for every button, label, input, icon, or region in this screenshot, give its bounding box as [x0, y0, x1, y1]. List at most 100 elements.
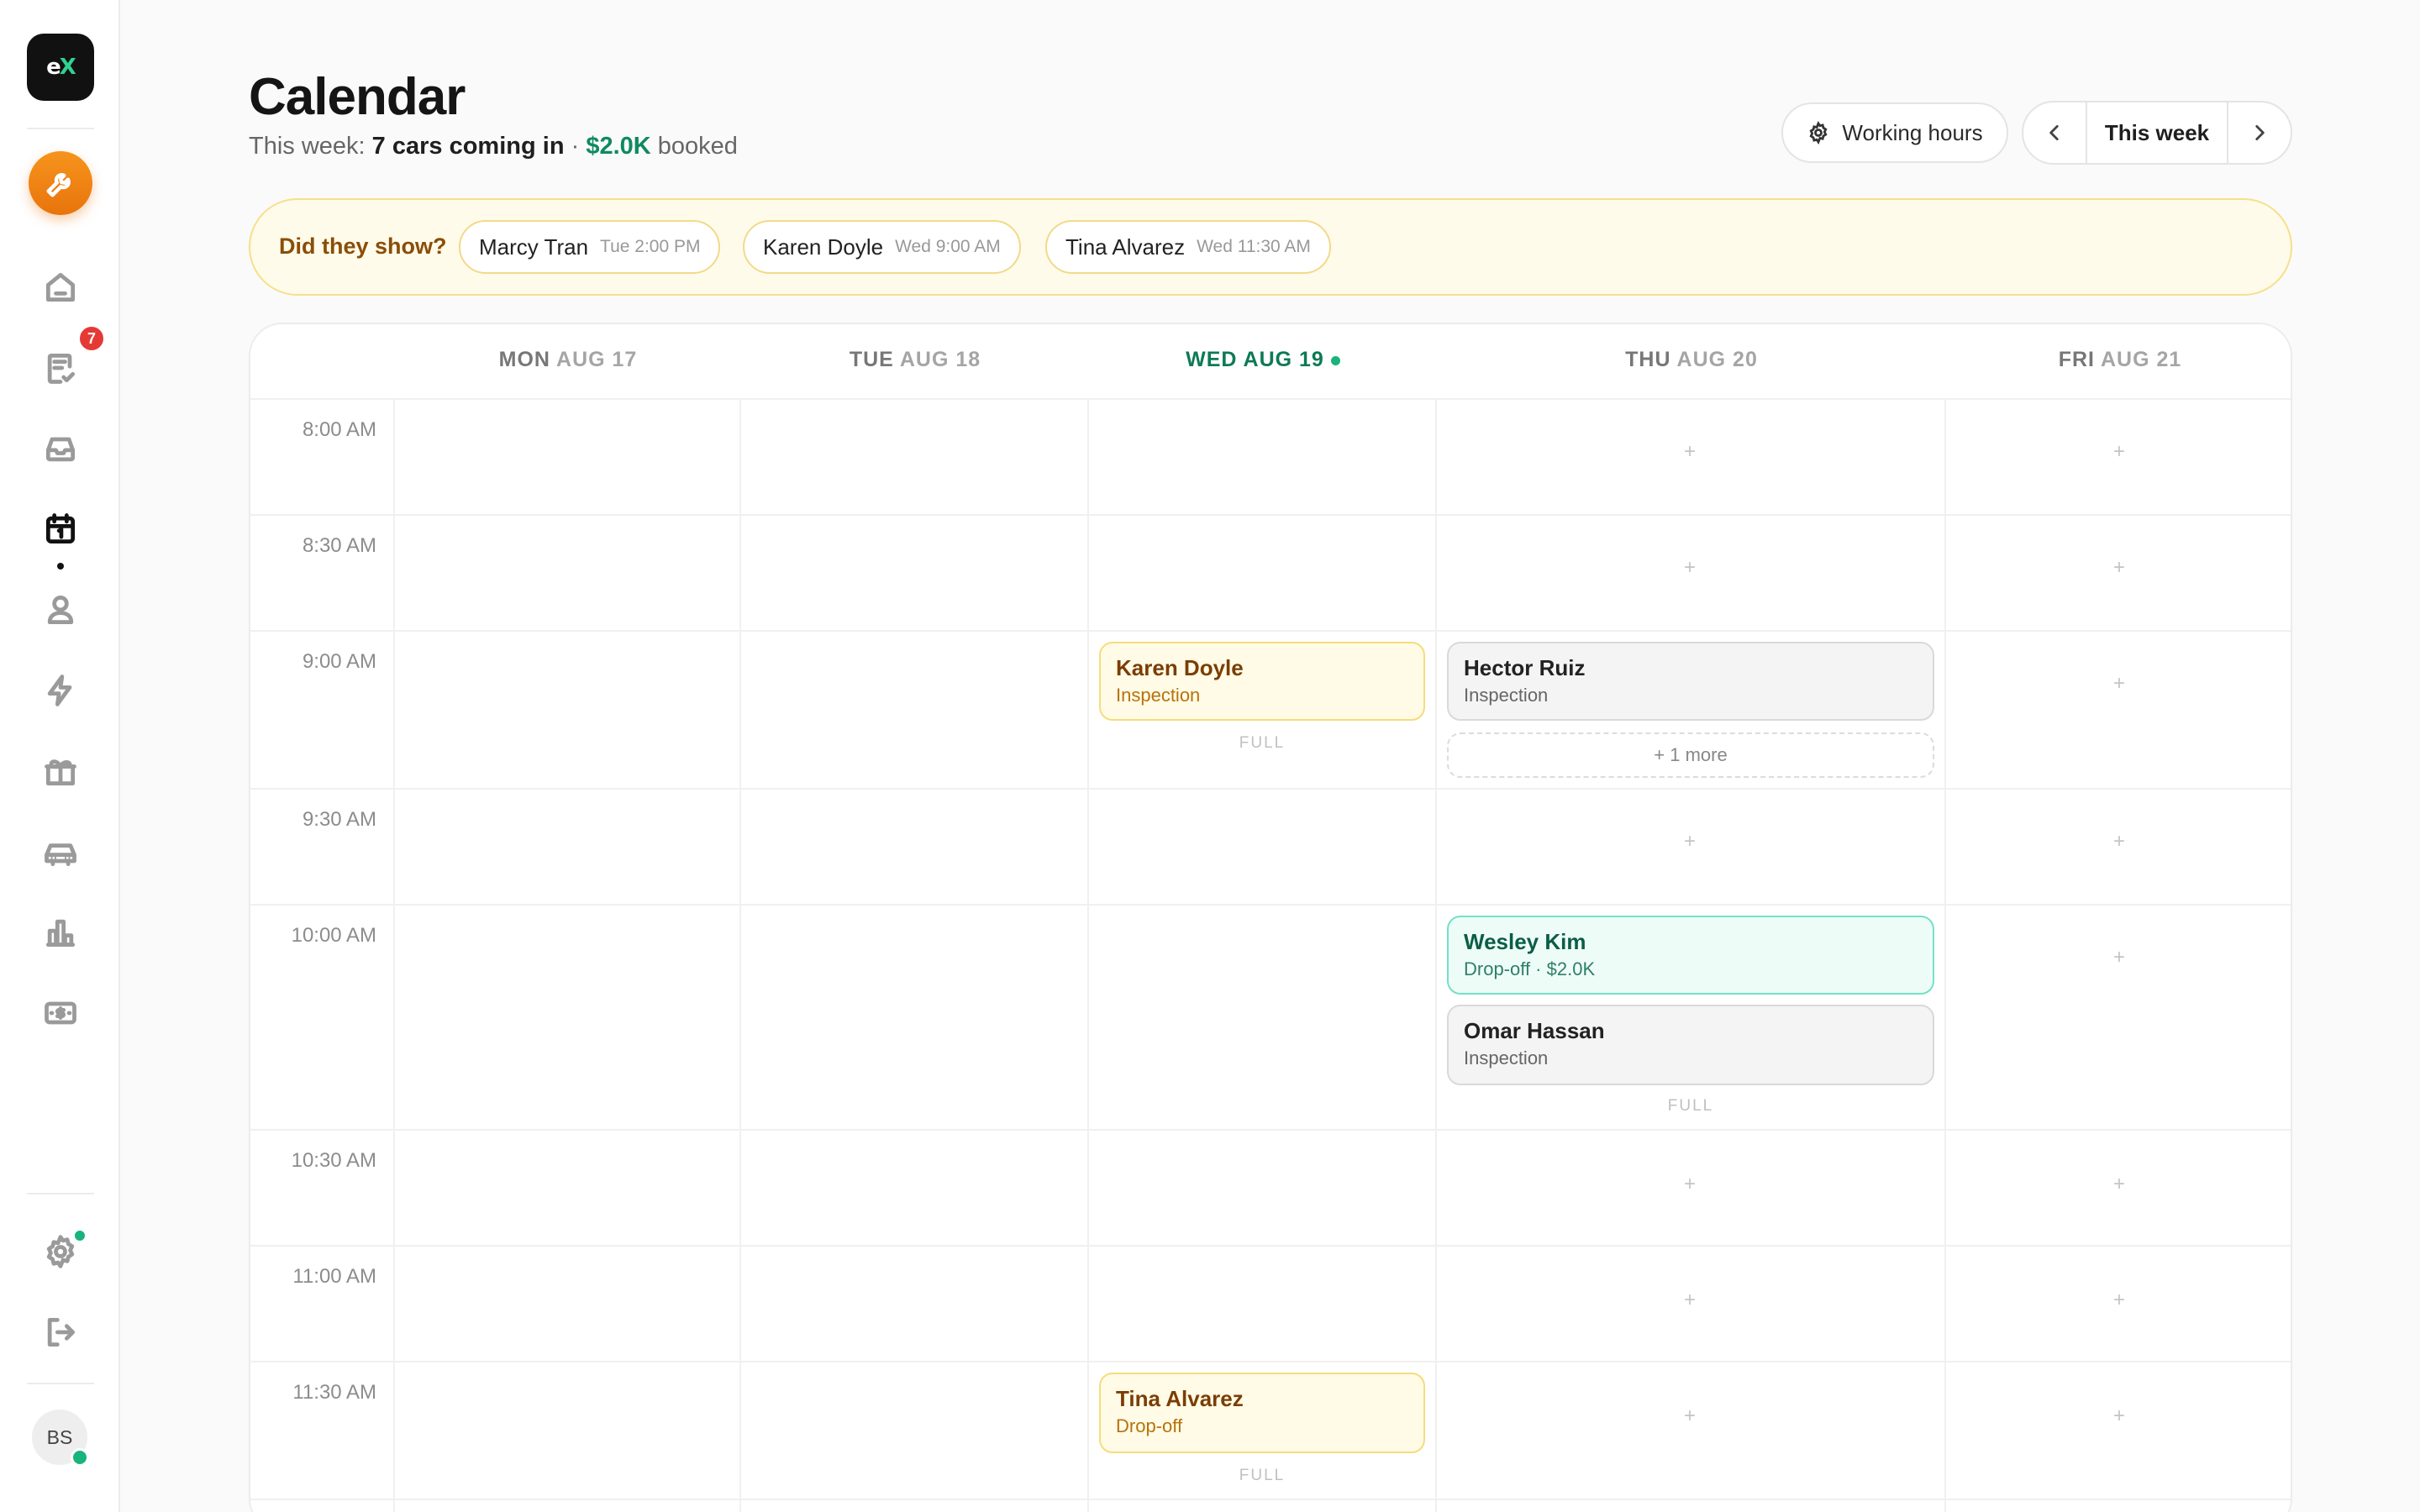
active-indicator	[57, 563, 64, 570]
this-week-button[interactable]: This week	[2086, 102, 2228, 163]
chip-name: Karen Doyle	[763, 234, 884, 260]
banner-label: Did they show?	[279, 234, 447, 259]
sidebar-divider	[27, 128, 94, 129]
day-header-tue: TUE AUG 18	[741, 348, 1089, 372]
no-show-chip[interactable]: Karen Doyle Wed 9:00 AM	[743, 220, 1021, 274]
wrench-icon	[46, 173, 71, 197]
appointment-type: Inspection	[1116, 685, 1201, 706]
add-slot-button[interactable]: +	[2111, 830, 2128, 853]
time-label: 11:00 AM	[292, 1265, 376, 1288]
lightning-icon	[47, 675, 72, 706]
appointment-card[interactable]: Wesley Kim Drop-off · $2.0K	[1447, 916, 1934, 995]
grid-line	[250, 1129, 2291, 1131]
chevron-right-icon	[2255, 125, 2265, 140]
appointment-customer: Wesley Kim	[1464, 929, 1586, 954]
sidebar-item-reports[interactable]	[27, 899, 94, 966]
time-label: 8:00 AM	[302, 418, 376, 441]
day-name: FRI	[2058, 348, 2095, 371]
appointment-type: Drop-off	[1116, 1415, 1183, 1436]
week-navigator: This week	[2022, 101, 2292, 165]
sidebar-item-inbox[interactable]	[27, 415, 94, 482]
inbox-icon	[45, 437, 76, 462]
day-date: AUG 21	[2101, 348, 2182, 371]
add-slot-button[interactable]: +	[2111, 1173, 2128, 1196]
grid-column-line	[1944, 398, 1946, 1512]
working-hours-button[interactable]: Working hours	[1781, 102, 2008, 163]
sidebar-item-rewards[interactable]	[27, 738, 94, 805]
grid-line	[250, 630, 2291, 632]
appointment-customer: Hector Ruiz	[1464, 655, 1586, 680]
appointment-card[interactable]: Karen Doyle Inspection	[1099, 642, 1425, 721]
bar-chart-icon	[45, 919, 76, 948]
grid-line	[250, 904, 2291, 906]
add-slot-button[interactable]: +	[2111, 1404, 2128, 1428]
calendar-icon	[45, 513, 76, 544]
sidebar-item-settings[interactable]	[27, 1218, 94, 1285]
time-label: 10:30 AM	[291, 1149, 376, 1172]
logout-icon	[47, 1317, 76, 1347]
next-week-button[interactable]	[2228, 102, 2291, 163]
gear-icon	[1809, 121, 1828, 144]
add-slot-button[interactable]: +	[2111, 440, 2128, 464]
grid-line	[250, 1245, 2291, 1247]
more-appointments-button[interactable]: + 1 more	[1447, 732, 1934, 778]
appointment-card[interactable]: Omar Hassan Inspection	[1447, 1005, 1934, 1085]
sidebar-item-logout[interactable]	[27, 1299, 94, 1366]
add-slot-button[interactable]: +	[1681, 1289, 1698, 1312]
settings-status-dot	[72, 1228, 87, 1243]
chip-name: Tina Alvarez	[1065, 234, 1186, 260]
day-date: AUG 20	[1676, 348, 1758, 371]
add-slot-button[interactable]: +	[1681, 1404, 1698, 1428]
gift-icon	[45, 759, 76, 786]
today-indicator	[1330, 355, 1340, 365]
time-label: 10:00 AM	[291, 924, 376, 947]
day-name: MON	[498, 348, 550, 371]
grid-line	[250, 1361, 2291, 1362]
user-icon	[47, 595, 74, 625]
day-header-mon: MON AUG 17	[395, 348, 741, 372]
add-slot-button[interactable]: +	[2111, 946, 2128, 969]
grid-line	[250, 398, 2291, 400]
add-slot-button[interactable]: +	[2111, 672, 2128, 696]
day-date: AUG 17	[556, 348, 638, 371]
notification-badge: 7	[77, 324, 106, 353]
page-title: Calendar	[249, 68, 466, 126]
no-show-chip[interactable]: Marcy Tran Tue 2:00 PM	[459, 220, 721, 274]
summary-booked-amount: $2.0K	[586, 133, 651, 160]
car-icon	[45, 843, 76, 867]
add-slot-button[interactable]: +	[1681, 830, 1698, 853]
sidebar-item-customers[interactable]	[27, 576, 94, 643]
day-name: WED	[1186, 348, 1238, 371]
day-header-fri: FRI AUG 21	[1946, 348, 2291, 372]
sidebar-item-home[interactable]	[27, 254, 94, 321]
sidebar-item-calendar[interactable]	[27, 496, 94, 563]
add-slot-button[interactable]: +	[1681, 440, 1698, 464]
summary-separator: ·	[564, 133, 587, 160]
sidebar-item-vehicles[interactable]	[27, 818, 94, 885]
summary-suffix: booked	[650, 133, 738, 160]
prev-week-button[interactable]	[2023, 102, 2086, 163]
appointment-card[interactable]: Tina Alvarez Drop-off	[1099, 1373, 1425, 1453]
day-name: THU	[1625, 348, 1671, 371]
chip-time: Tue 2:00 PM	[600, 237, 701, 256]
appointment-card[interactable]: Hector Ruiz Inspection	[1447, 642, 1934, 721]
week-summary: This week: 7 cars coming in · $2.0K book…	[249, 133, 738, 160]
add-slot-button[interactable]: +	[2111, 1289, 2128, 1312]
add-slot-button[interactable]: +	[1681, 1173, 1698, 1196]
no-show-chip[interactable]: Tina Alvarez Wed 11:30 AM	[1045, 220, 1331, 274]
chip-time: Wed 9:00 AM	[895, 237, 1001, 256]
appointment-type: Inspection	[1464, 1047, 1549, 1068]
add-slot-button[interactable]: +	[2111, 556, 2128, 580]
wrench-action-button[interactable]	[29, 151, 92, 215]
grid-line	[250, 788, 2291, 790]
appointment-customer: Tina Alvarez	[1116, 1386, 1244, 1411]
sidebar-item-automations[interactable]	[27, 657, 94, 724]
time-label: 9:00 AM	[302, 650, 376, 673]
sidebar-item-payments[interactable]	[27, 979, 94, 1047]
home-icon	[45, 272, 76, 302]
app-logo[interactable]: eX	[27, 34, 94, 101]
grid-line	[250, 1499, 2291, 1500]
chip-time: Wed 11:30 AM	[1197, 237, 1311, 256]
slot-full-label: FULL	[1239, 734, 1286, 752]
add-slot-button[interactable]: +	[1681, 556, 1698, 580]
